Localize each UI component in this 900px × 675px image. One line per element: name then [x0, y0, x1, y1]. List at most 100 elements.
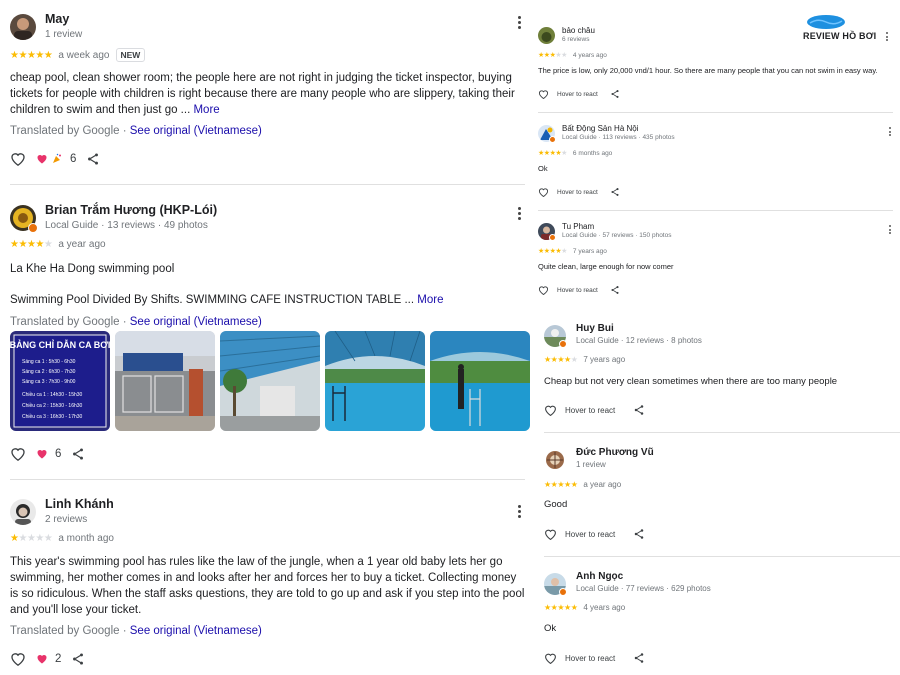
share-icon[interactable] — [633, 404, 645, 416]
star-empty-icon: ★ — [561, 150, 567, 157]
hover-to-react-label[interactable]: Hover to react — [557, 91, 598, 98]
more-options-icon[interactable] — [513, 207, 525, 223]
reactions[interactable]: 6 — [36, 153, 76, 165]
review-photo[interactable] — [220, 331, 320, 431]
review-text-continued: Swimming Pool Divided By Shifts. SWIMMIN… — [10, 292, 525, 308]
review-time: a month ago — [58, 533, 114, 544]
new-badge: NEW — [115, 48, 146, 62]
star-filled-icon: ★ — [544, 355, 551, 364]
like-icon[interactable] — [10, 446, 26, 461]
avatar[interactable] — [538, 27, 555, 44]
reviewer-name[interactable]: Tu Pham — [562, 222, 594, 231]
review-photo[interactable] — [325, 331, 425, 431]
star-filled-icon: ★ — [18, 49, 27, 61]
review-actions: Hover to react — [544, 404, 645, 416]
heart-reaction-icon — [37, 450, 47, 459]
star-rating: ★★★★★ — [10, 533, 53, 544]
see-original-link[interactable]: See original (Vietnamese) — [130, 625, 262, 637]
share-icon[interactable] — [633, 652, 645, 664]
rating-row: ★★★★★ 7 years ago — [538, 247, 607, 256]
share-icon[interactable] — [610, 89, 620, 99]
local-guide-badge-icon — [549, 234, 556, 241]
more-options-icon[interactable] — [887, 225, 893, 235]
star-filled-icon: ★ — [35, 49, 44, 61]
reviewer-meta: 6 reviews — [562, 36, 590, 43]
more-options-icon[interactable] — [513, 16, 525, 32]
review-actions: Hover to react — [544, 528, 645, 540]
review-actions: Hover to react — [538, 285, 620, 295]
like-icon[interactable] — [10, 151, 26, 166]
like-icon[interactable] — [538, 89, 549, 99]
review-photo[interactable] — [430, 331, 530, 431]
see-original-link[interactable]: See original (Vietnamese) — [130, 125, 262, 137]
like-icon[interactable] — [10, 651, 26, 666]
reviewer-name[interactable]: bảo châu — [562, 26, 595, 35]
hover-to-react-label[interactable]: Hover to react — [565, 530, 615, 539]
celebrate-reaction-icon — [53, 153, 61, 163]
review-actions: Hover to react — [538, 89, 620, 99]
hover-to-react-label[interactable]: Hover to react — [557, 287, 598, 294]
reviewer-name[interactable]: Brian Trắm Hương (HKP-Lói) — [45, 203, 217, 217]
review-photo[interactable] — [115, 331, 215, 431]
reviewer-meta: Local Guide · 13 reviews · 49 photos — [45, 220, 208, 231]
rating-row: ★★★★★ a month ago — [10, 533, 114, 544]
share-icon[interactable] — [610, 187, 620, 197]
hover-to-react-label[interactable]: Hover to react — [565, 406, 615, 415]
star-filled-icon: ★ — [557, 355, 565, 364]
more-link[interactable]: More — [417, 294, 443, 306]
star-empty-icon: ★ — [35, 533, 44, 544]
review-text-body: cheap pool, clean shower room; the peopl… — [10, 72, 515, 116]
star-rating: ★★★★★ — [538, 149, 567, 157]
sign-line: Chiều ca 1 : 14h30 - 15h30 — [22, 392, 83, 398]
more-link[interactable]: More — [193, 104, 219, 116]
share-icon[interactable] — [71, 447, 85, 461]
reviewer-name[interactable]: Linh Khánh — [45, 497, 114, 511]
divider — [544, 556, 900, 557]
avatar[interactable] — [10, 499, 36, 525]
local-guide-badge-icon — [28, 223, 38, 233]
hover-to-react-label[interactable]: Hover to react — [565, 654, 615, 663]
like-icon[interactable] — [538, 285, 549, 295]
reaction-count: 2 — [55, 652, 62, 665]
reviewer-name[interactable]: Anh Ngọc — [576, 571, 623, 582]
more-options-icon[interactable] — [887, 127, 893, 137]
share-icon[interactable] — [633, 528, 645, 540]
reactions[interactable]: 6 — [36, 448, 61, 460]
translated-label: Translated by Google · — [10, 125, 130, 137]
star-rating: ★★★★★ — [538, 51, 567, 59]
review-text-body: Swimming Pool Divided By Shifts. SWIMMIN… — [10, 294, 418, 306]
reviewer-name[interactable]: May — [45, 12, 69, 26]
review-actions: 6 — [10, 446, 85, 461]
review-card: Huy Bui Local Guide · 12 reviews · 8 pho… — [544, 323, 899, 425]
review-time: a year ago — [583, 480, 622, 489]
reaction-count: 6 — [55, 447, 62, 460]
reactions[interactable]: 2 — [36, 653, 61, 665]
reviewer-name[interactable]: Đức Phương Vũ — [576, 447, 654, 458]
hover-to-react-label[interactable]: Hover to react — [557, 189, 598, 196]
review-text: This year's swimming pool has rules like… — [10, 556, 525, 616]
like-icon[interactable] — [538, 187, 549, 197]
avatar[interactable] — [544, 449, 566, 471]
share-icon[interactable] — [610, 285, 620, 295]
review-card: Bất Động Sản Hà Nội Local Guide · 113 re… — [538, 124, 893, 205]
review-text: cheap pool, clean shower room; the peopl… — [10, 70, 525, 118]
reviewer-name[interactable]: Bất Động Sản Hà Nội — [562, 124, 639, 133]
like-icon[interactable] — [544, 652, 557, 664]
more-options-icon[interactable] — [513, 505, 525, 521]
rating-row: ★★★★★ 4 years ago — [538, 51, 607, 60]
review-photo[interactable]: BẢNG CHỈ DẪN CA BƠI Sáng ca 1 : 5h30 - 6… — [10, 331, 110, 431]
share-icon[interactable] — [86, 152, 100, 166]
like-icon[interactable] — [544, 404, 557, 416]
avatar[interactable] — [10, 14, 36, 40]
review-time: 4 years ago — [572, 51, 607, 59]
rating-row: ★★★★★ a year ago — [544, 480, 621, 489]
review-actions: Hover to react — [538, 187, 620, 197]
reviewer-name[interactable]: Huy Bui — [576, 323, 614, 334]
reviewer-meta: 1 review — [45, 29, 83, 40]
star-rating: ★★★★★ — [538, 247, 567, 255]
share-icon[interactable] — [71, 652, 85, 666]
like-icon[interactable] — [544, 528, 557, 540]
review-photos: BẢNG CHỈ DẪN CA BƠI Sáng ca 1 : 5h30 - 6… — [10, 331, 530, 431]
see-original-link[interactable]: See original (Vietnamese) — [130, 316, 262, 328]
review-time: 4 years ago — [583, 603, 626, 612]
